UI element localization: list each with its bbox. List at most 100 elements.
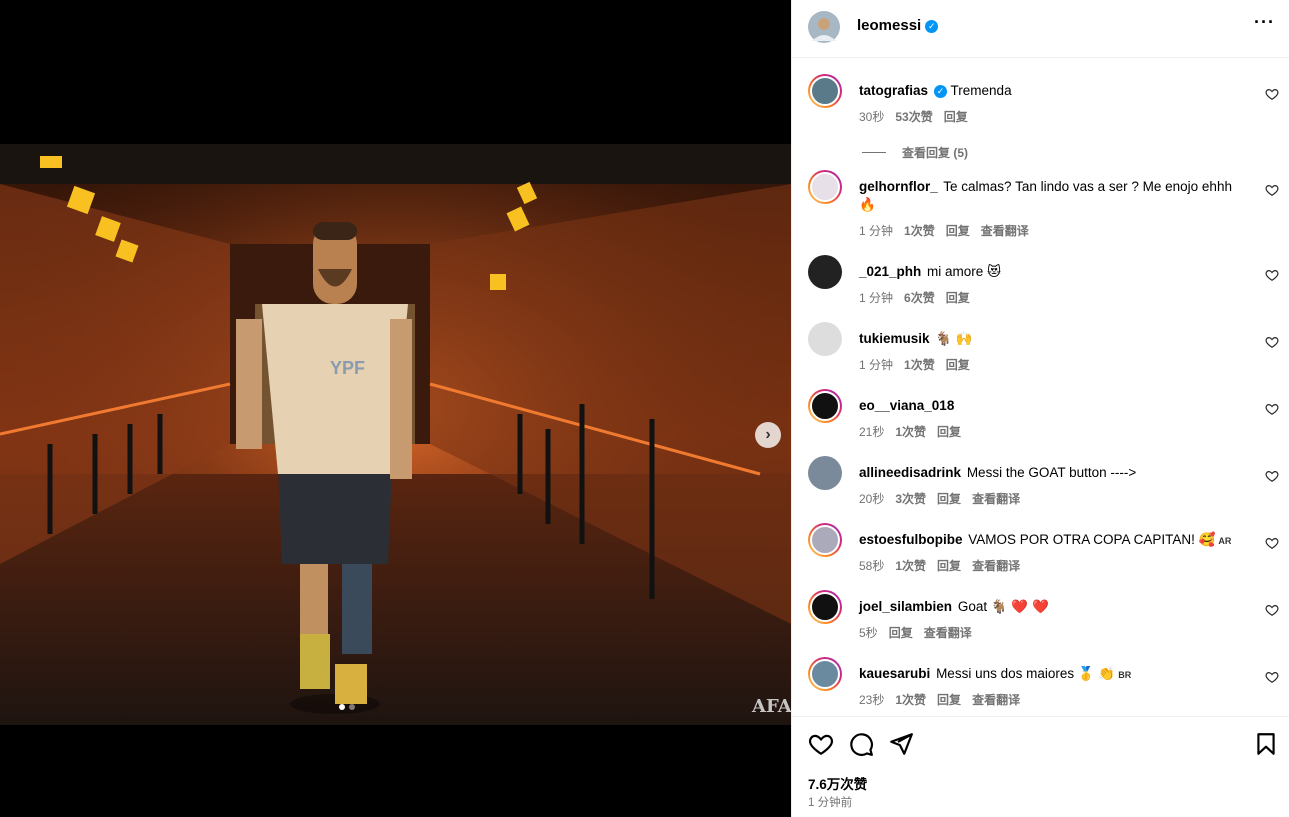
- next-image-button[interactable]: ›: [755, 422, 781, 448]
- comment-time[interactable]: 30秒: [859, 108, 884, 125]
- comment-heart-icon[interactable]: [1265, 183, 1279, 197]
- comment-meta: 20秒 3次赞 回复 查看翻译: [859, 490, 1020, 507]
- reply-button[interactable]: 回复: [946, 222, 970, 239]
- reply-button[interactable]: 回复: [946, 289, 970, 306]
- post-photo: YPF: [0, 144, 791, 725]
- share-icon[interactable]: [888, 731, 914, 757]
- reply-button[interactable]: 回复: [889, 624, 913, 641]
- commenter-username[interactable]: joel_silambien: [859, 599, 952, 614]
- commenter-username[interactable]: kauesarubi: [859, 666, 930, 681]
- commenter-username[interactable]: tatografias: [859, 83, 928, 98]
- comment-emoji: 🔥: [859, 197, 876, 212]
- comment-text-block: eo__viana_018: [859, 397, 1259, 415]
- comment-text-block: tukiemusik 🐐 🙌: [859, 330, 1259, 348]
- reply-button[interactable]: 回复: [937, 691, 961, 708]
- author-username[interactable]: leomessi ✓: [857, 17, 939, 34]
- post-time[interactable]: 1 分钟前: [808, 794, 852, 810]
- comment-likes[interactable]: 1次赞: [904, 356, 935, 373]
- comment-text-block: estoesfulbopibe VAMOS POR OTRA COPA CAPI…: [859, 531, 1259, 550]
- comment-time[interactable]: 1 分钟: [859, 356, 893, 373]
- reply-button[interactable]: 回复: [937, 557, 961, 574]
- comment-meta: 23秒 1次赞 回复 查看翻译: [859, 691, 1020, 708]
- comment-heart-icon[interactable]: [1265, 670, 1279, 684]
- comment-meta: 1 分钟 1次赞 回复: [859, 356, 970, 373]
- comment-heart-icon[interactable]: [1265, 536, 1279, 550]
- commenter-avatar[interactable]: [808, 74, 842, 108]
- carousel-indicator: [339, 704, 355, 710]
- more-icon[interactable]: ···: [1254, 12, 1275, 33]
- comment-likes[interactable]: 1次赞: [895, 423, 926, 440]
- comment-likes[interactable]: 3次赞: [895, 490, 926, 507]
- comment-heart-icon[interactable]: [1265, 402, 1279, 416]
- commenter-avatar[interactable]: [808, 389, 842, 423]
- comment-likes[interactable]: 1次赞: [895, 691, 926, 708]
- reply-button[interactable]: 回复: [937, 423, 961, 440]
- comment-heart-icon[interactable]: [1265, 469, 1279, 483]
- comment-text-block: joel_silambien Goat 🐐 ❤️ ❤️: [859, 598, 1259, 616]
- reply-button[interactable]: 回复: [944, 108, 968, 125]
- comment-likes[interactable]: 6次赞: [904, 289, 935, 306]
- see-translation-button[interactable]: 查看翻译: [924, 624, 972, 641]
- comment-heart-icon[interactable]: [1265, 268, 1279, 282]
- comment-text-block: gelhornflor_ Te calmas? Tan lindo vas a …: [859, 178, 1259, 214]
- see-translation-button[interactable]: 查看翻译: [972, 490, 1020, 507]
- comment-text: mi amore 😻: [927, 264, 1002, 279]
- country-flag: AR: [1218, 536, 1232, 546]
- author-avatar[interactable]: [808, 11, 840, 43]
- view-replies-button[interactable]: 查看回复 (5): [862, 144, 968, 161]
- comments-list: tatografias ✓ Tremenda 30秒 53次赞 回复 gelhor…: [792, 58, 1289, 716]
- comment-time[interactable]: 23秒: [859, 691, 884, 708]
- reply-button[interactable]: 回复: [937, 490, 961, 507]
- instagram-post-view: YPF › AFA leomessi ✓ ··· tatografias ✓ T…: [0, 0, 1289, 817]
- comment-time[interactable]: 58秒: [859, 557, 884, 574]
- see-translation-button[interactable]: 查看翻译: [972, 691, 1020, 708]
- commenter-username[interactable]: gelhornflor_: [859, 179, 938, 194]
- likes-count[interactable]: 7.6万次赞: [808, 773, 867, 793]
- reply-button[interactable]: 回复: [946, 356, 970, 373]
- comment-time[interactable]: 1 分钟: [859, 289, 893, 306]
- commenter-username[interactable]: allineedisadrink: [859, 465, 961, 480]
- verified-badge-icon: ✓: [934, 85, 948, 98]
- comment-likes[interactable]: 53次赞: [895, 108, 932, 125]
- comment-time[interactable]: 1 分钟: [859, 222, 893, 239]
- commenter-avatar[interactable]: [808, 456, 842, 490]
- comment-text: Te calmas? Tan lindo vas a ser ? Me enoj…: [943, 179, 1232, 194]
- country-flag: BR: [1118, 670, 1132, 680]
- commenter-avatar[interactable]: [808, 657, 842, 691]
- comment-time[interactable]: 21秒: [859, 423, 884, 440]
- author-name-text[interactable]: leomessi: [857, 17, 921, 34]
- bookmark-icon[interactable]: [1253, 731, 1279, 757]
- commenter-avatar[interactable]: [808, 170, 842, 204]
- comment-heart-icon[interactable]: [1265, 87, 1279, 101]
- see-translation-button[interactable]: 查看翻译: [972, 557, 1020, 574]
- post-media: YPF › AFA: [0, 0, 792, 817]
- jersey-sponsor-text: YPF: [330, 358, 365, 378]
- comment-likes[interactable]: 1次赞: [904, 222, 935, 239]
- post-header: leomessi ✓ ···: [792, 0, 1289, 58]
- commenter-avatar[interactable]: [808, 590, 842, 624]
- comment-heart-icon[interactable]: [1265, 335, 1279, 349]
- commenter-username[interactable]: eo__viana_018: [859, 398, 954, 413]
- commenter-username[interactable]: estoesfulbopibe: [859, 532, 963, 547]
- comment-text: Messi uns dos maiores 🥇 👏: [936, 666, 1116, 681]
- commenter-username[interactable]: tukiemusik: [859, 331, 930, 346]
- commenter-avatar[interactable]: [808, 322, 842, 356]
- comment-time[interactable]: 5秒: [859, 624, 878, 641]
- comment-meta: 21秒 1次赞 回复: [859, 423, 961, 440]
- comment-text: 🐐 🙌: [935, 331, 973, 346]
- carousel-dot-active: [339, 704, 345, 710]
- commenter-avatar[interactable]: [808, 523, 842, 557]
- view-replies-label[interactable]: 查看回复 (5): [902, 144, 968, 161]
- commenter-username[interactable]: _021_phh: [859, 264, 921, 279]
- carousel-dot: [349, 704, 355, 710]
- comment-icon[interactable]: [848, 731, 874, 757]
- comment-meta: 1 分钟 1次赞 回复 查看翻译: [859, 222, 1029, 239]
- comment-time[interactable]: 20秒: [859, 490, 884, 507]
- comment-likes[interactable]: 1次赞: [895, 557, 926, 574]
- commenter-avatar[interactable]: [808, 255, 842, 289]
- heart-icon[interactable]: [808, 731, 834, 757]
- comment-heart-icon[interactable]: [1265, 603, 1279, 617]
- comment-text-block: _021_phh mi amore 😻: [859, 263, 1259, 281]
- comment-meta: 30秒 53次赞 回复: [859, 108, 968, 125]
- see-translation-button[interactable]: 查看翻译: [981, 222, 1029, 239]
